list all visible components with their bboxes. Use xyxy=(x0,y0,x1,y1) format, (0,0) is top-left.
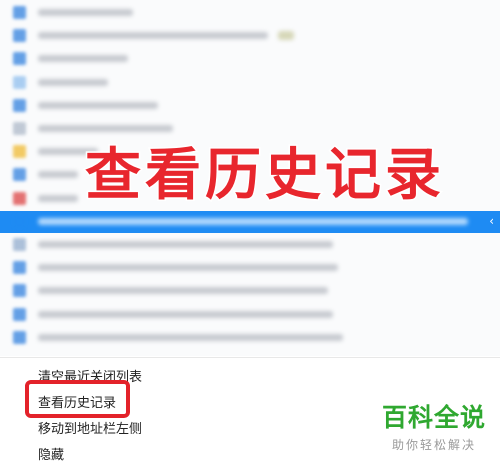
site-favicon-icon xyxy=(13,75,26,89)
watermark-subtitle: 助你轻松解决 xyxy=(391,438,476,452)
site-favicon-icon xyxy=(13,168,26,182)
chevron-left-icon[interactable]: ‹ xyxy=(489,214,494,228)
history-row[interactable] xyxy=(0,234,500,256)
site-favicon-icon xyxy=(13,238,26,251)
history-entry-title xyxy=(38,125,173,132)
history-entry-title xyxy=(38,101,158,109)
menu-item-hide[interactable]: 隐藏 xyxy=(38,444,64,463)
site-favicon-icon xyxy=(13,307,26,321)
site-favicon-icon xyxy=(13,98,26,112)
history-entry-title xyxy=(38,287,328,295)
site-favicon-icon xyxy=(13,6,26,19)
history-row[interactable] xyxy=(0,95,500,117)
history-entry-title xyxy=(38,310,333,318)
history-entry-title xyxy=(38,55,128,63)
site-favicon-icon xyxy=(13,145,26,159)
history-entry-title xyxy=(38,9,133,16)
site-favicon-icon xyxy=(13,29,26,43)
history-entry-title xyxy=(38,264,338,272)
watermark-logo: 百科全说 助你轻松解决 xyxy=(382,405,486,453)
site-favicon-icon xyxy=(13,122,26,135)
site-favicon-icon xyxy=(13,191,26,205)
history-row[interactable] xyxy=(0,25,500,47)
site-favicon-icon xyxy=(13,330,26,344)
history-row[interactable] xyxy=(0,48,500,70)
entry-badge xyxy=(278,31,294,41)
site-favicon-icon xyxy=(13,52,26,66)
history-row[interactable] xyxy=(0,118,500,140)
history-entry-title xyxy=(38,333,343,341)
site-favicon-icon xyxy=(13,261,26,275)
history-row[interactable] xyxy=(0,327,500,349)
history-entry-title xyxy=(38,241,333,248)
site-favicon-icon xyxy=(13,214,26,228)
history-row[interactable] xyxy=(0,304,500,326)
menu-item-move-to-address-bar-left[interactable]: 移动到地址栏左侧 xyxy=(38,418,142,437)
overlay-caption: 查看历史记录 xyxy=(84,143,445,208)
history-entry-title xyxy=(38,171,78,179)
history-row[interactable] xyxy=(0,72,500,94)
history-row[interactable]: ‹ xyxy=(0,210,500,233)
history-row[interactable] xyxy=(0,2,500,24)
history-entry-title xyxy=(38,32,268,40)
history-row[interactable] xyxy=(0,257,500,279)
history-row[interactable] xyxy=(0,280,500,302)
history-entry-title xyxy=(38,78,108,86)
watermark-title: 百科全说 xyxy=(381,403,486,432)
site-favicon-icon xyxy=(13,284,26,298)
history-entry-title xyxy=(38,217,468,225)
highlight-box xyxy=(25,380,130,418)
history-entry-title xyxy=(38,194,78,202)
